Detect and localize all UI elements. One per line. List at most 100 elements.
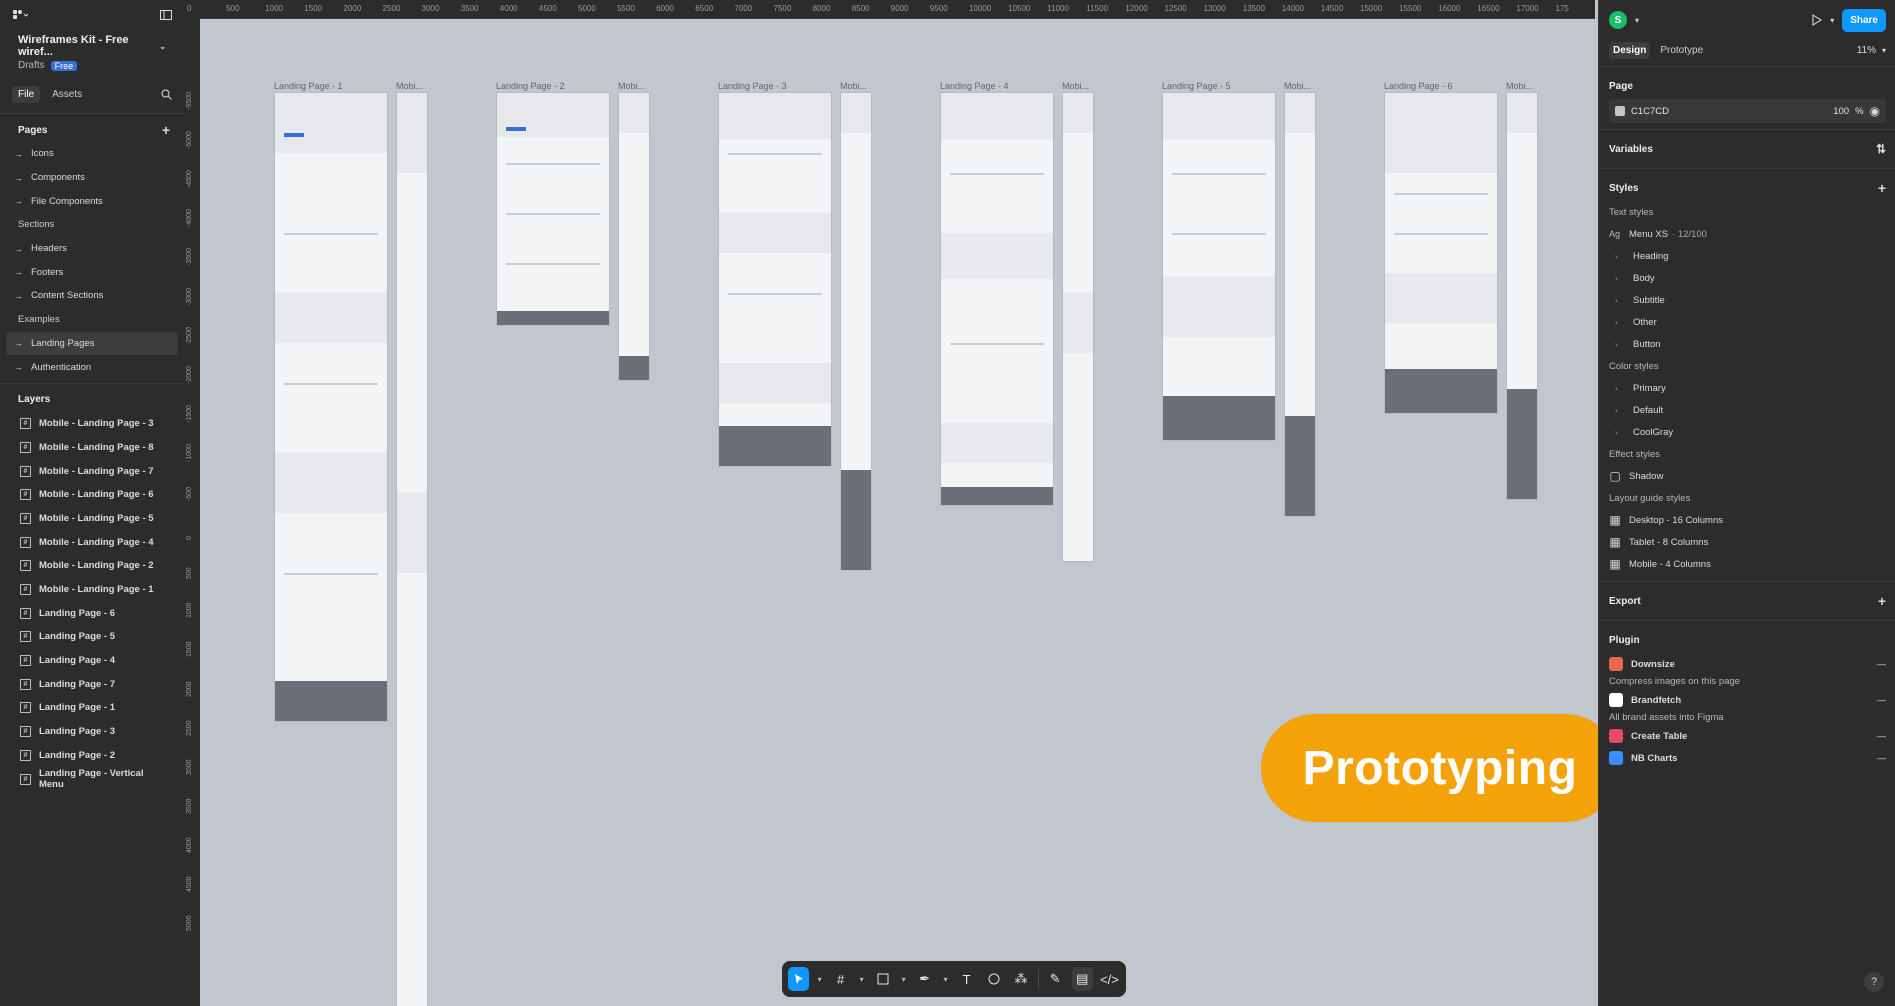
share-button[interactable]: Share xyxy=(1842,8,1886,32)
frame-mobile-6[interactable] xyxy=(1507,93,1537,499)
zoom-level[interactable]: 11% xyxy=(1857,45,1876,56)
layout-guide-item[interactable]: ▦ Desktop - 16 Columns xyxy=(1609,509,1886,531)
layout-guide-item[interactable]: ▦ Tablet - 8 Columns xyxy=(1609,531,1886,553)
page-item[interactable]: → Landing Pages xyxy=(6,331,178,356)
frame-label-mobile-5[interactable]: Mobi... xyxy=(1284,81,1311,91)
page-color-swatch[interactable] xyxy=(1615,106,1625,116)
page-item[interactable]: → File Components xyxy=(0,189,184,213)
frame-landing-page-4[interactable] xyxy=(941,93,1053,505)
present-play-icon[interactable] xyxy=(1812,14,1823,26)
add-page-icon[interactable]: + xyxy=(162,122,170,138)
toggle-sidebar-icon[interactable] xyxy=(160,10,172,20)
page-item[interactable]: → Components xyxy=(0,166,184,190)
chevron-down-icon[interactable]: ▾ xyxy=(899,967,908,991)
plugin-item[interactable]: Downsize — xyxy=(1609,653,1886,675)
minus-icon[interactable]: — xyxy=(1877,753,1886,763)
design-mode-icon[interactable]: ▤ xyxy=(1071,967,1093,991)
layer-item[interactable]: # Mobile - Landing Page - 1 xyxy=(0,578,184,602)
text-style-group[interactable]: › Body xyxy=(1609,267,1886,289)
rectangle-icon[interactable] xyxy=(872,967,893,991)
layer-item[interactable]: # Landing Page - 5 xyxy=(0,625,184,649)
add-style-icon[interactable]: + xyxy=(1878,180,1886,196)
layer-item[interactable]: # Landing Page - 4 xyxy=(0,649,184,673)
tab-file[interactable]: File xyxy=(12,85,41,103)
minus-icon[interactable]: — xyxy=(1877,695,1886,705)
text-style-item[interactable]: Ag Menu XS · 12/100 xyxy=(1609,223,1886,245)
help-button[interactable]: ? xyxy=(1864,972,1884,992)
frame-mobile-3[interactable] xyxy=(841,93,871,570)
layer-item[interactable]: # Mobile - Landing Page - 6 xyxy=(0,483,184,507)
tab-prototype[interactable]: Prototype xyxy=(1656,42,1707,59)
chevron-down-icon[interactable]: ▾ xyxy=(1830,16,1834,25)
effect-style-item[interactable]: ▢ Shadow xyxy=(1609,465,1886,487)
layer-item[interactable]: # Mobile - Landing Page - 8 xyxy=(0,436,184,460)
frame-landing-page-1[interactable] xyxy=(275,93,387,721)
page-color-field[interactable]: C1C7CD 100 % ◉ xyxy=(1609,99,1886,123)
text-icon[interactable]: T xyxy=(956,967,977,991)
frame-landing-page-6[interactable] xyxy=(1385,93,1497,413)
layer-item[interactable]: # Landing Page - Vertical Menu xyxy=(0,767,184,791)
layer-item[interactable]: # Mobile - Landing Page - 4 xyxy=(0,530,184,554)
chevron-down-icon[interactable]: ▾ xyxy=(941,967,950,991)
minus-icon[interactable]: — xyxy=(1877,731,1886,741)
page-opacity-value[interactable]: 100 xyxy=(1833,106,1849,117)
frame-landing-page-2[interactable] xyxy=(497,93,609,325)
frame-icon[interactable]: # xyxy=(830,967,851,991)
add-export-icon[interactable]: + xyxy=(1878,593,1886,609)
eye-icon[interactable]: ◉ xyxy=(1870,104,1880,118)
drafts-label[interactable]: Drafts xyxy=(18,60,45,71)
page-item[interactable]: → Footers xyxy=(0,260,184,284)
page-color-value[interactable]: C1C7CD xyxy=(1631,106,1669,117)
pen-icon[interactable]: ✒ xyxy=(914,967,935,991)
canvas[interactable]: Landing Page - 1 Mobi... Landing Page - … xyxy=(200,19,1595,1006)
plugin-item[interactable]: Create Table — xyxy=(1609,725,1886,747)
dev-mode-icon[interactable]: </> xyxy=(1099,967,1120,991)
frame-label-mobile-1[interactable]: Mobi... xyxy=(396,81,423,91)
layer-item[interactable]: # Landing Page - 7 xyxy=(0,672,184,696)
layer-item[interactable]: # Mobile - Landing Page - 5 xyxy=(0,507,184,531)
layer-item[interactable]: # Mobile - Landing Page - 7 xyxy=(0,459,184,483)
actions-icon[interactable]: ⁂ xyxy=(1010,967,1031,991)
chevron-down-icon[interactable]: ▾ xyxy=(1635,16,1639,25)
plugin-item[interactable]: NB Charts — xyxy=(1609,747,1886,769)
layer-item[interactable]: # Landing Page - 3 xyxy=(0,720,184,744)
frame-label-landing-page-6[interactable]: Landing Page - 6 xyxy=(1384,81,1453,91)
comment-icon[interactable] xyxy=(983,967,1004,991)
search-icon[interactable] xyxy=(161,89,172,100)
tab-design[interactable]: Design xyxy=(1609,41,1651,59)
page-item[interactable]: → Headers xyxy=(0,237,184,261)
layer-item[interactable]: # Landing Page - 2 xyxy=(0,744,184,768)
frame-landing-page-5[interactable] xyxy=(1163,93,1275,440)
frame-label-mobile-6[interactable]: Mobi... xyxy=(1506,81,1533,91)
layer-item[interactable]: # Mobile - Landing Page - 3 xyxy=(0,412,184,436)
layer-item[interactable]: # Landing Page - 1 xyxy=(0,696,184,720)
frame-mobile-4[interactable] xyxy=(1063,93,1093,561)
draw-icon[interactable]: ✎ xyxy=(1045,967,1066,991)
frame-label-landing-page-2[interactable]: Landing Page - 2 xyxy=(496,81,565,91)
text-style-group[interactable]: › Button xyxy=(1609,333,1886,355)
frame-mobile-1[interactable] xyxy=(397,93,427,1006)
minus-icon[interactable]: — xyxy=(1877,659,1886,669)
chevron-down-icon[interactable]: ▾ xyxy=(815,967,824,991)
frame-label-landing-page-4[interactable]: Landing Page - 4 xyxy=(940,81,1009,91)
frame-mobile-2[interactable] xyxy=(619,93,649,380)
variables-settings-icon[interactable]: ⇅ xyxy=(1876,142,1886,156)
plugin-item[interactable]: Brandfetch — xyxy=(1609,689,1886,711)
page-item[interactable]: → Content Sections xyxy=(0,284,184,308)
move-icon[interactable] xyxy=(788,967,810,991)
text-style-group[interactable]: › Heading xyxy=(1609,245,1886,267)
color-style-group[interactable]: › CoolGray xyxy=(1609,421,1886,443)
tab-assets[interactable]: Assets xyxy=(46,86,88,103)
chevron-down-icon[interactable]: ▾ xyxy=(857,967,866,991)
figma-menu-icon[interactable] xyxy=(12,9,28,21)
color-style-group[interactable]: › Default xyxy=(1609,399,1886,421)
color-style-group[interactable]: › Primary xyxy=(1609,377,1886,399)
frame-label-mobile-4[interactable]: Mobi... xyxy=(1062,81,1089,91)
frame-label-landing-page-3[interactable]: Landing Page - 3 xyxy=(718,81,787,91)
layer-item[interactable]: # Landing Page - 6 xyxy=(0,601,184,625)
page-item[interactable]: → Authentication xyxy=(0,355,184,379)
text-style-group[interactable]: › Subtitle xyxy=(1609,289,1886,311)
frame-label-landing-page-5[interactable]: Landing Page - 5 xyxy=(1162,81,1231,91)
layer-item[interactable]: # Mobile - Landing Page - 2 xyxy=(0,554,184,578)
frame-label-mobile-3[interactable]: Mobi... xyxy=(840,81,867,91)
